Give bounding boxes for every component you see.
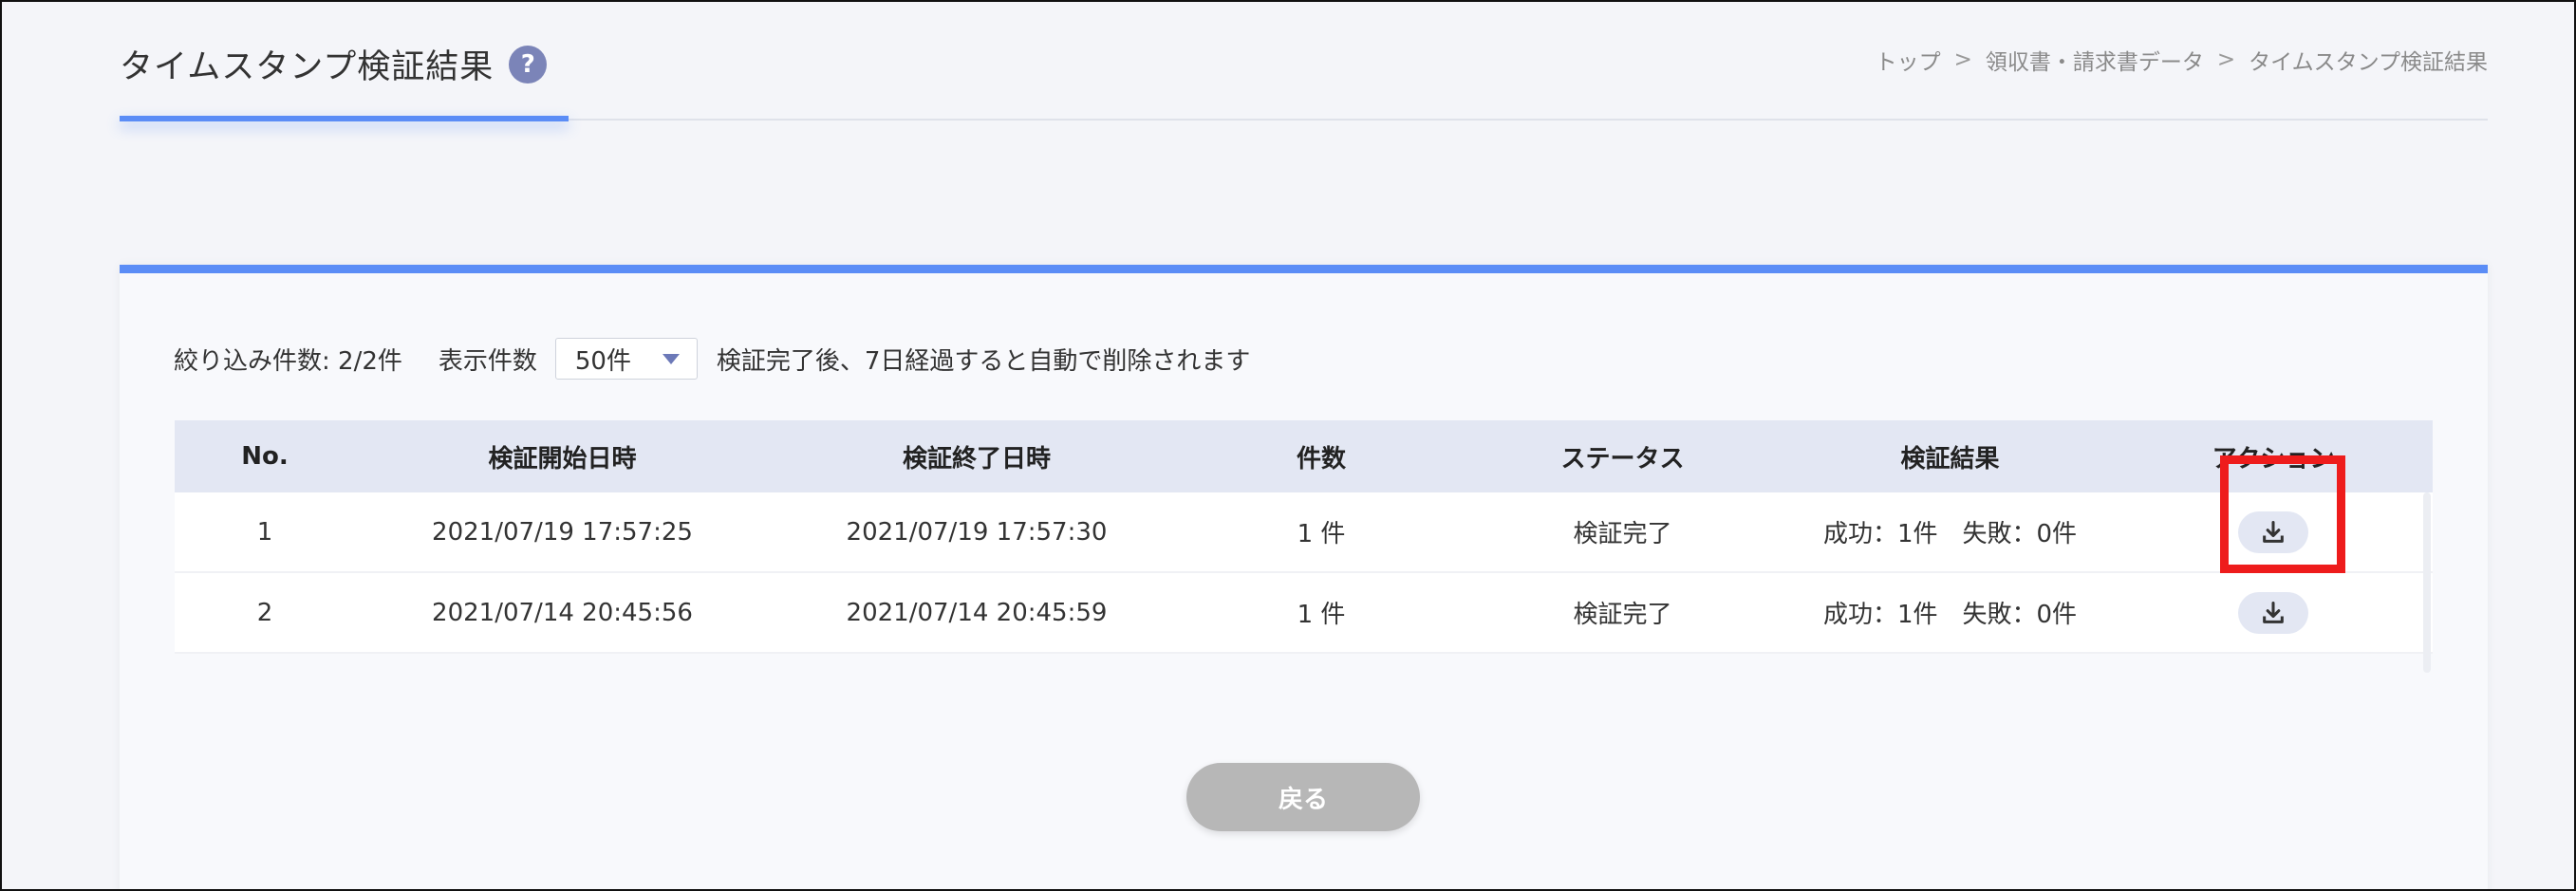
download-icon bbox=[2263, 520, 2284, 543]
table-header: No. 検証開始日時 検証終了日時 件数 ステータス 検証結果 アクション bbox=[175, 420, 2433, 492]
download-button[interactable] bbox=[2238, 510, 2308, 553]
column-header-count: 件数 bbox=[1296, 444, 1346, 473]
title-underline bbox=[120, 116, 569, 121]
title-area: タイムスタンプ検証結果 ? bbox=[120, 40, 548, 88]
download-button[interactable] bbox=[2238, 591, 2308, 634]
breadcrumb-separator: > bbox=[2216, 47, 2236, 72]
cell-status: 検証完了 bbox=[1573, 520, 1672, 548]
cell-result: 成功：1件 失敗：0件 bbox=[1822, 520, 2078, 548]
cell-action bbox=[2114, 510, 2433, 553]
breadcrumb-top[interactable]: トップ bbox=[1876, 44, 1941, 76]
app-frame: タイムスタンプ検証結果 ? トップ > 領収書・請求書データ > タイムスタンプ… bbox=[0, 0, 2576, 891]
cell-end: 2021/07/19 17:57:30 bbox=[846, 517, 1108, 547]
breadcrumb: トップ > 領収書・請求書データ > タイムスタンプ検証結果 bbox=[1876, 44, 2488, 76]
cell-count: 1 件 bbox=[1297, 520, 1346, 548]
breadcrumb-separator: > bbox=[1953, 47, 1972, 72]
results-table: No. 検証開始日時 検証終了日時 件数 ステータス 検証結果 アクション 1 … bbox=[175, 420, 2433, 654]
table-row: 1 2021/07/19 17:57:25 2021/07/19 17:57:3… bbox=[175, 492, 2433, 573]
breadcrumb-current: タイムスタンプ検証結果 bbox=[2249, 50, 2488, 75]
cell-count: 1 件 bbox=[1297, 601, 1346, 629]
cell-start: 2021/07/14 20:45:56 bbox=[432, 598, 693, 627]
page-header: タイムスタンプ検証結果 ? トップ > 領収書・請求書データ > タイムスタンプ… bbox=[120, 40, 2488, 121]
column-header-end: 検証終了日時 bbox=[902, 444, 1051, 473]
back-button[interactable]: 戻る bbox=[1186, 763, 1420, 831]
column-header-status: ステータス bbox=[1560, 444, 1685, 473]
column-header-action: アクション bbox=[2212, 444, 2335, 473]
auto-delete-notice: 検証完了後、7日経過すると自動で削除されます bbox=[716, 346, 1251, 376]
table-row: 2 2021/07/14 20:45:56 2021/07/14 20:45:5… bbox=[175, 573, 2433, 654]
help-icon[interactable]: ? bbox=[509, 45, 548, 84]
column-header-no: No. bbox=[241, 442, 289, 471]
cell-end: 2021/07/14 20:45:59 bbox=[846, 598, 1108, 627]
filter-count: 絞り込み件数: 2/2件 bbox=[174, 346, 402, 376]
cell-no: 1 bbox=[256, 517, 273, 547]
display-count-select[interactable]: 50件 bbox=[554, 338, 698, 380]
download-icon bbox=[2263, 601, 2284, 623]
chevron-down-icon bbox=[662, 353, 680, 364]
table-scrollbar[interactable] bbox=[2423, 492, 2431, 673]
breadcrumb-receipts[interactable]: 領収書・請求書データ bbox=[1986, 44, 2204, 76]
display-count-label: 表示件数 bbox=[438, 346, 537, 376]
page-title: タイムスタンプ検証結果 bbox=[120, 48, 495, 86]
cell-status: 検証完了 bbox=[1573, 601, 1672, 629]
cell-result: 成功：1件 失敗：0件 bbox=[1822, 601, 2078, 629]
filter-row: 絞り込み件数: 2/2件 表示件数 50件 検証完了後、7日経過すると自動で削除… bbox=[174, 338, 1250, 380]
cell-start: 2021/07/19 17:57:25 bbox=[432, 517, 693, 547]
display-count-value: 50件 bbox=[574, 346, 631, 376]
cell-action bbox=[2114, 591, 2433, 634]
column-header-start: 検証開始日時 bbox=[488, 444, 637, 473]
column-header-result: 検証結果 bbox=[1900, 444, 2000, 473]
cell-no: 2 bbox=[256, 598, 273, 627]
